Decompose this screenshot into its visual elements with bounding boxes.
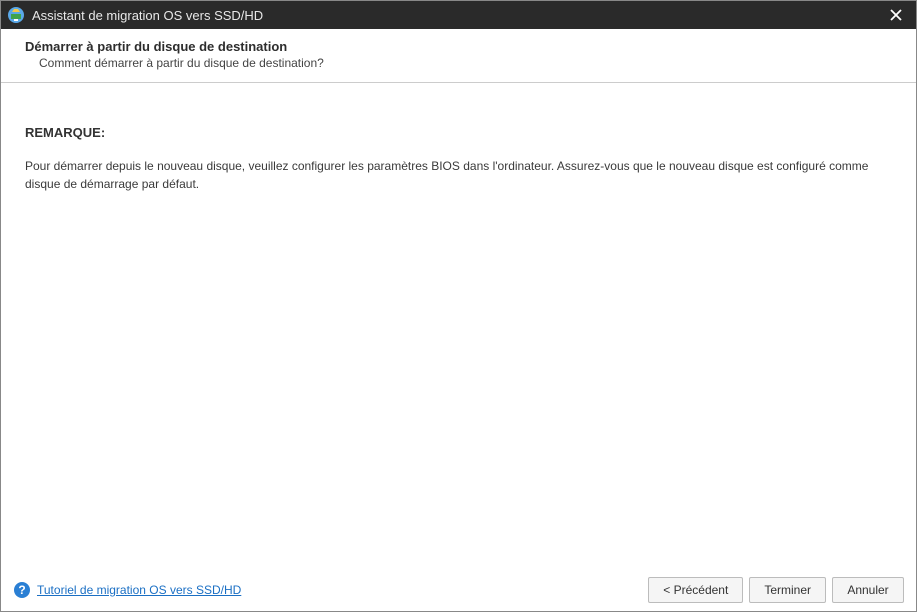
window-title: Assistant de migration OS vers SSD/HD (32, 8, 882, 23)
step-title: Démarrer à partir du disque de destinati… (25, 39, 892, 54)
note-text: Pour démarrer depuis le nouveau disque, … (25, 157, 892, 193)
step-subtitle: Comment démarrer à partir du disque de d… (25, 56, 892, 70)
cancel-button[interactable]: Annuler (832, 577, 904, 603)
close-icon (890, 9, 902, 21)
footer-buttons: < Précédent Terminer Annuler (648, 577, 904, 603)
finish-button[interactable]: Terminer (749, 577, 826, 603)
titlebar: Assistant de migration OS vers SSD/HD (1, 1, 916, 29)
note-label: REMARQUE: (25, 123, 892, 143)
help-link[interactable]: Tutoriel de migration OS vers SSD/HD (37, 583, 241, 597)
help-icon: ? (13, 581, 31, 599)
wizard-window: Assistant de migration OS vers SSD/HD Dé… (1, 1, 916, 611)
wizard-header: Démarrer à partir du disque de destinati… (1, 29, 916, 83)
app-icon (7, 6, 25, 24)
wizard-footer: ? Tutoriel de migration OS vers SSD/HD <… (1, 569, 916, 611)
svg-text:?: ? (18, 583, 25, 597)
content-area: REMARQUE: Pour démarrer depuis le nouvea… (1, 83, 916, 553)
back-button[interactable]: < Précédent (648, 577, 743, 603)
help-section: ? Tutoriel de migration OS vers SSD/HD (13, 581, 648, 599)
close-button[interactable] (882, 1, 910, 29)
